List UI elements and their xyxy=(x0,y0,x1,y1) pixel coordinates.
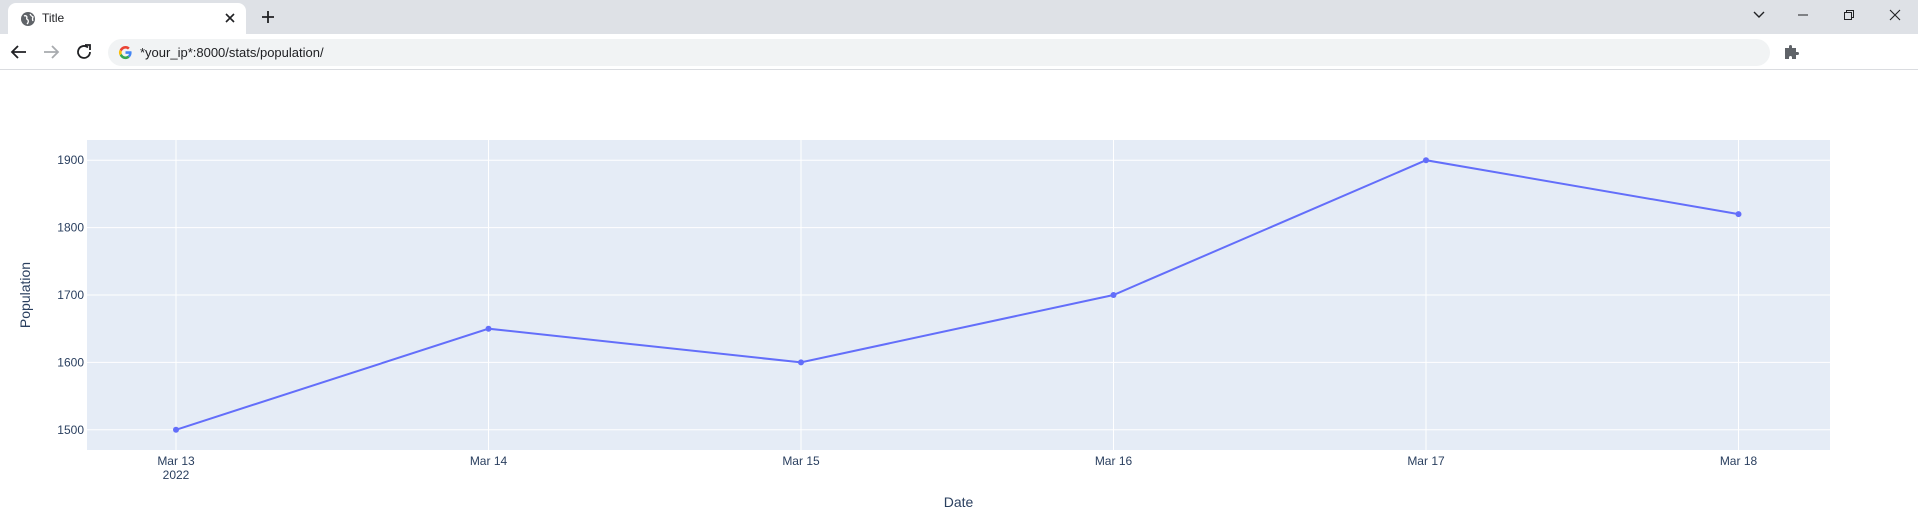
chevron-down-icon xyxy=(1753,11,1765,18)
url-text: *your_ip*:8000/stats/population/ xyxy=(140,45,324,60)
data-point[interactable] xyxy=(173,426,179,433)
close-window-button[interactable] xyxy=(1872,0,1918,30)
minimize-button[interactable] xyxy=(1780,0,1826,30)
tab-title: Title xyxy=(42,11,65,25)
x-tick-label: Mar 13 xyxy=(157,454,195,468)
y-axis-title: Population xyxy=(17,262,33,328)
x-tick-labels: Mar 13 Mar 14 Mar 15 Mar 16 Mar 17 Mar 18 xyxy=(157,454,1757,468)
plus-icon[interactable] xyxy=(258,7,278,27)
browser-toolbar: *your_ip*:8000/stats/population/ xyxy=(0,34,1918,70)
y-tick-label: 1500 xyxy=(57,423,84,437)
google-g-icon xyxy=(118,45,132,60)
x-tick-label: Mar 18 xyxy=(1720,454,1758,468)
data-point[interactable] xyxy=(485,325,492,332)
y-tick-label: 1700 xyxy=(57,288,84,302)
y-tick-label: 1600 xyxy=(57,355,84,369)
x-tick-label: Mar 16 xyxy=(1095,454,1133,468)
globe-icon xyxy=(21,12,35,26)
tab-search-button[interactable] xyxy=(1736,0,1782,30)
restore-icon xyxy=(1844,10,1854,20)
forward-arrow-icon[interactable] xyxy=(40,41,62,63)
x-tick-label: Mar 15 xyxy=(782,454,820,468)
y-tick-labels: 1500 1600 1700 1800 1900 xyxy=(57,153,84,437)
data-point[interactable] xyxy=(1423,157,1429,164)
back-arrow-icon[interactable] xyxy=(8,41,30,63)
population-line-chart: 15001600170018001900 Mar 13 Mar 14 Mar 15 M… xyxy=(17,140,1830,510)
reload-icon[interactable] xyxy=(73,41,95,63)
data-point[interactable] xyxy=(798,359,804,366)
window-close-icon xyxy=(1889,9,1901,21)
data-point[interactable] xyxy=(1110,292,1117,298)
close-icon[interactable] xyxy=(222,10,238,26)
y-tick-label: 1900 xyxy=(57,153,84,167)
x-tick-label: Mar 17 xyxy=(1407,454,1445,468)
minimize-icon xyxy=(1798,14,1808,16)
restore-button[interactable] xyxy=(1826,0,1872,30)
x-tick-label: Mar 14 xyxy=(470,454,508,468)
puzzle-icon[interactable] xyxy=(1781,42,1801,62)
browser-tab[interactable]: Title xyxy=(8,3,246,34)
data-point[interactable] xyxy=(1735,211,1742,218)
browser-tab-strip: Title xyxy=(0,0,1918,34)
page-content: 1500 1600 1700 1800 1900 Mar 13 Mar 14 Mar 15 M… xyxy=(0,71,1918,526)
x-axis-title: Date xyxy=(944,494,974,510)
y-tick-label: 1800 xyxy=(57,221,84,235)
x-year-label: 2022 xyxy=(163,468,190,482)
address-bar[interactable]: *your_ip*:8000/stats/population/ xyxy=(108,39,1770,66)
